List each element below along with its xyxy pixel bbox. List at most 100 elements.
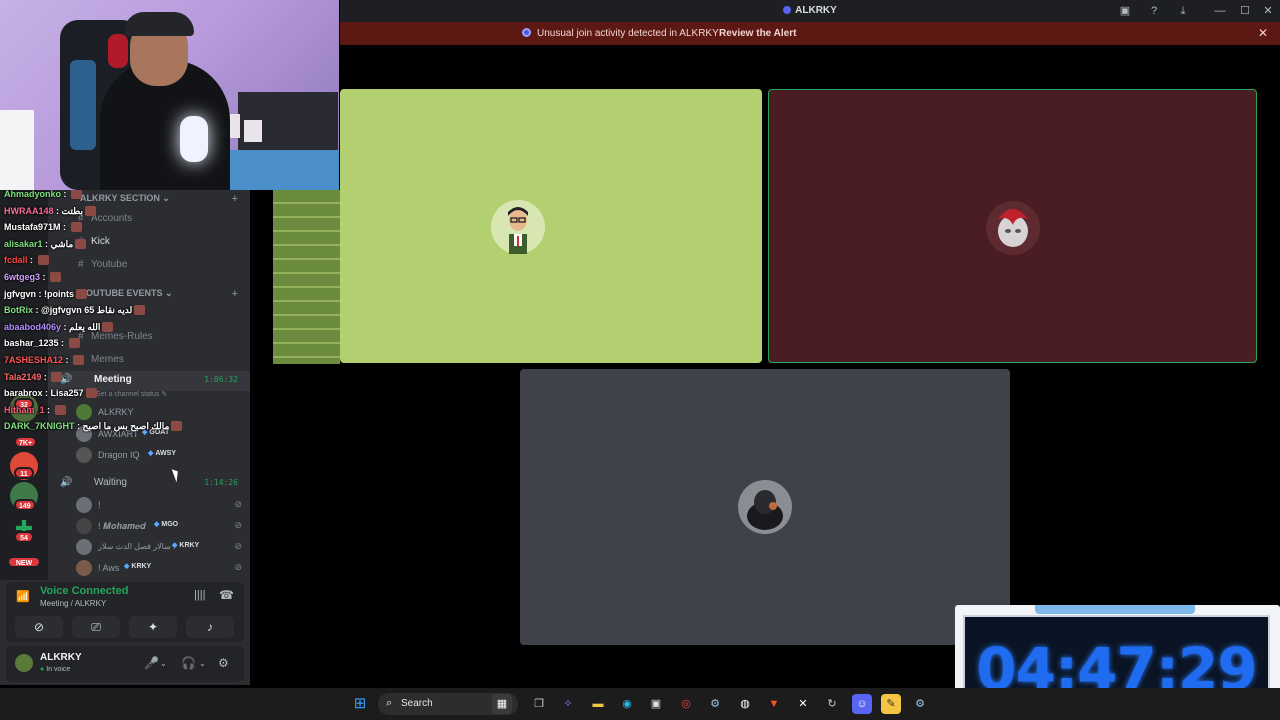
chat-emote-icon — [85, 388, 97, 399]
edge-icon[interactable]: ◉ — [617, 694, 637, 714]
task-view-icon[interactable]: ❐ — [529, 694, 549, 714]
microphone-icon[interactable]: 🎤 — [144, 656, 159, 670]
chat-text: Lisa257 — [50, 388, 84, 399]
chat-separator: : — [53, 205, 62, 216]
steam-icon[interactable]: ⚙ — [705, 694, 725, 714]
gem-icon: ◆ — [124, 563, 130, 570]
download-icon[interactable]: ⤓ — [1175, 3, 1191, 19]
notes-icon[interactable]: ✎ — [881, 694, 901, 714]
obs-icon[interactable]: ◍ — [735, 694, 755, 714]
chat-separator: : — [27, 255, 36, 266]
chat-username: 7ASHESHA12 — [4, 355, 64, 365]
user-name[interactable]: ALKRKY — [40, 652, 82, 663]
review-alert-button[interactable]: Review the Alert — [719, 28, 796, 39]
role-tag: ◆ MGO — [154, 520, 178, 528]
deafened-icon: ⊘ — [234, 499, 242, 509]
noise-suppression-icon[interactable]: |||| — [194, 589, 205, 601]
windows-taskbar: ⊞ ⌕ Search ▦ ❐ ✧ ▬ ◉ ▣ ◎ ⚙ ◍ ▼ ✕ ↻ ☺ ✎ ⚙ — [0, 688, 1280, 720]
copilot-icon[interactable]: ✧ — [558, 694, 578, 714]
avatar — [491, 200, 545, 254]
window-title: ALKRKY — [340, 5, 1280, 16]
voice-route[interactable]: Meeting / ALKRKY — [40, 599, 106, 608]
windows-start-icon[interactable]: ⊞ — [350, 694, 370, 714]
camera-off-button[interactable]: ⊘ — [15, 616, 63, 638]
screen-share-button[interactable]: ⎚ — [72, 616, 120, 638]
chat-emote-icon — [102, 321, 114, 332]
chat-separator: : — [60, 222, 69, 233]
chat-separator: : — [61, 189, 70, 199]
window-titlebar: ALKRKY ▣ ? ⤓ — ☐ ✕ — [340, 0, 1280, 22]
voice-user-name: ! 𝑴𝒐𝒉𝒂𝒎𝒆𝒅 — [98, 521, 146, 531]
participant-tile[interactable] — [340, 89, 762, 363]
settings-gear-icon[interactable]: ⚙ — [218, 656, 229, 670]
voice-user[interactable]: ! 𝑴𝒐𝒉𝒂𝒎𝒆𝒅 ◆ MGO ⊘ — [76, 516, 248, 536]
voice-user-name: سالار فصل الدث سلار ! — [98, 542, 176, 551]
voice-user[interactable]: سالار فصل الدث سلار ! ◆ KRKY ⊘ — [76, 537, 248, 557]
headphones-icon[interactable]: 🎧 — [181, 656, 196, 670]
chat-emote-icon — [68, 338, 80, 349]
chat-separator: : — [44, 404, 53, 415]
voice-user[interactable]: ! ⊘ — [76, 495, 248, 515]
disconnect-icon[interactable]: ☎ — [219, 588, 234, 602]
webcam-scene — [70, 60, 96, 150]
avatar-illustration — [508, 207, 528, 254]
close-icon[interactable]: ✕ — [1260, 3, 1276, 19]
widgets-icon[interactable]: ▦ — [492, 694, 512, 714]
store-icon[interactable]: ▣ — [646, 694, 666, 714]
webcam-scene — [124, 12, 194, 36]
chat-emote-icon — [71, 189, 83, 199]
chevron-down-icon[interactable]: ⌄ — [160, 659, 167, 668]
inbox-icon[interactable]: ▣ — [1117, 3, 1133, 19]
file-explorer-icon[interactable]: ▬ — [588, 694, 608, 714]
settings-app-icon[interactable]: ↻ — [822, 694, 842, 714]
gear-icon[interactable]: ⚙ — [910, 694, 930, 714]
deafened-icon: ⊘ — [234, 520, 242, 530]
voice-status[interactable]: Voice Connected — [40, 585, 128, 597]
activities-button[interactable]: ✦ — [129, 616, 177, 638]
minimize-icon[interactable]: — — [1212, 3, 1228, 19]
chat-message: Hitham_1 : — [4, 404, 254, 422]
voice-channel-waiting[interactable]: 🔊 Waiting 1:14:26 — [48, 474, 250, 494]
chat-separator: : — [63, 355, 72, 365]
voice-connected-panel: 📶 Voice Connected Meeting / ALKRKY |||| … — [6, 582, 244, 642]
avatar — [76, 518, 92, 534]
alert-message-text: Unusual join activity detected in ALKRKY — [537, 28, 719, 39]
discord-icon[interactable]: ☺ — [852, 694, 872, 714]
chrome-icon[interactable]: ◎ — [676, 694, 696, 714]
alert-close-icon[interactable]: ✕ — [1258, 26, 1268, 40]
chat-emote-icon — [50, 272, 62, 282]
webcam-scene — [108, 34, 128, 68]
chat-username: 6wtgeg3 — [4, 272, 41, 282]
chat-separator: : — [42, 238, 51, 249]
server-badge: 54 — [14, 531, 34, 543]
chat-text: بطتت — [61, 205, 83, 216]
avatar[interactable] — [13, 652, 35, 674]
chat-emote-icon — [54, 404, 66, 415]
signal-icon: 📶 — [16, 591, 30, 603]
search-label: Search — [401, 698, 433, 709]
voice-user[interactable]: ! Aws ◆ KRKY ⊘ — [76, 558, 248, 578]
brave-icon[interactable]: ▼ — [764, 694, 784, 714]
voice-user-name: ! Aws — [98, 563, 120, 573]
gem-icon: ◆ — [154, 521, 160, 528]
role-tag: ◆ AWSY — [148, 449, 176, 457]
discord-logo-icon — [783, 6, 792, 14]
participant-tile[interactable] — [520, 369, 1010, 645]
chat-message: Mustafa971M : — [4, 222, 254, 239]
participant-tile-speaking[interactable] — [768, 89, 1257, 363]
help-icon[interactable]: ? — [1146, 3, 1162, 19]
voice-channel-label: Waiting — [94, 477, 127, 488]
role-tag-text: KRKY — [131, 563, 152, 570]
chat-text: الله يعلم — [69, 321, 101, 332]
maximize-icon[interactable]: ☐ — [1237, 3, 1253, 19]
soundboard-button[interactable]: ♪ — [186, 616, 234, 638]
chat-username: HWRAA148 — [4, 205, 54, 216]
capcut-icon[interactable]: ✕ — [793, 694, 813, 714]
voice-user[interactable]: Dragon IQ ◆ AWSY — [76, 445, 248, 465]
chat-message: Tala2149 : — [4, 371, 254, 389]
chat-emote-icon — [134, 305, 146, 316]
role-tag-text: AWSY — [155, 450, 177, 457]
new-badge: NEW — [7, 556, 41, 568]
role-tag: ◆ KRKY — [172, 541, 199, 549]
chevron-down-icon[interactable]: ⌄ — [199, 659, 206, 668]
